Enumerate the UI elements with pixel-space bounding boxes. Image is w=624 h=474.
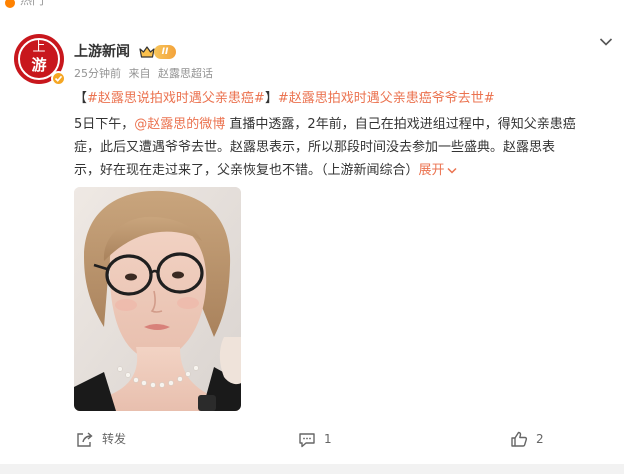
text-segment: 5日下午，	[74, 117, 135, 132]
avatar-text-top: 上	[32, 40, 46, 55]
chevron-down-icon[interactable]	[599, 32, 613, 46]
post-image[interactable]	[74, 187, 241, 411]
like-button[interactable]: 2	[510, 431, 544, 448]
share-label: 转发	[102, 432, 127, 446]
bracket-close: 】	[264, 91, 278, 106]
comment-button[interactable]: 1	[298, 431, 332, 448]
author-name[interactable]: 上游新闻	[74, 44, 130, 61]
post-action-bar: 转发 1 2	[0, 425, 624, 455]
hashtag-link[interactable]: #赵露思拍戏时遇父亲患癌爷爷去世#	[278, 91, 495, 106]
post-text-line-3: 症，此后又遭遇爷爷去世。赵露思表示，所以那段时间没去参加一些盛典。赵露思表	[74, 140, 556, 155]
like-icon	[511, 431, 528, 447]
like-count: 2	[536, 432, 544, 446]
post-text-line-2: 5日下午，@赵露思的微博 直播中透露，2年前，自己在拍戏进组过程中，得知父亲患癌	[74, 113, 614, 136]
verified-badge-icon	[51, 71, 66, 86]
hot-label: 热门	[20, 0, 45, 7]
expand-link[interactable]: 展开	[419, 163, 457, 178]
hashtag-link[interactable]: #赵露思说拍戏时遇父亲患癌#	[87, 91, 265, 106]
top-strip: 热门	[0, 0, 624, 10]
crown-icon	[139, 44, 155, 58]
author-avatar[interactable]: 上 游	[14, 34, 66, 86]
comment-count: 1	[324, 432, 332, 446]
text-segment: 直播中透露，2年前，自己在拍戏进组过程中，得知父亲患癌	[225, 117, 576, 132]
weibo-post-card: 热门 上 游 上游新闻 II 25分钟前 来自 赵露思超话 【#赵露思说拍戏时遇…	[0, 0, 624, 464]
bracket-open: 【	[74, 91, 88, 106]
hot-icon	[4, 0, 16, 8]
text-segment: 示，好在现在走过来了，父亲恢复也不错。（上游新闻综合）	[74, 163, 419, 178]
portrait-photo	[74, 187, 241, 411]
chevron-down-icon	[447, 167, 457, 174]
post-text-line-4: 示，好在现在走过来了，父亲恢复也不错。（上游新闻综合）展开	[74, 159, 614, 182]
post-text-line-1: 【#赵露思说拍戏时遇父亲患癌#】#赵露思拍戏时遇父亲患癌爷爷去世#	[74, 87, 614, 110]
share-button[interactable]: 转发	[76, 431, 126, 448]
post-text: 【#赵露思说拍戏时遇父亲患癌#】#赵露思拍戏时遇父亲患癌爷爷去世# 5日下午，@…	[74, 87, 614, 182]
post-time[interactable]: 25分钟前	[74, 67, 121, 80]
mention-link[interactable]: @赵露思的微博	[134, 117, 225, 132]
level-badge: II	[154, 45, 176, 59]
comment-icon	[299, 432, 315, 447]
post-source[interactable]: 赵露思超话	[158, 67, 213, 80]
source-prefix: 来自	[128, 67, 151, 80]
post-meta: 25分钟前 来自 赵露思超话	[74, 67, 217, 81]
expand-label: 展开	[418, 163, 445, 178]
share-icon	[77, 431, 93, 447]
